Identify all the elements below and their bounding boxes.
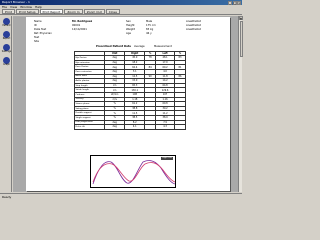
header-label: Weight <box>126 28 136 31</box>
zoom-out-button[interactable]: Zoom Out <box>83 9 105 14</box>
sidebar-item-patient[interactable]: Patient <box>2 17 12 29</box>
series-left-line <box>92 162 176 183</box>
close-button[interactable]: Close <box>105 9 120 14</box>
table-cell <box>174 124 186 130</box>
header-value: Male <box>146 20 153 23</box>
table-row: Pelvic tilt deg 4.1 4.3 <box>74 124 186 130</box>
table-cell: 4.1 <box>124 124 146 130</box>
print-setup-button[interactable]: Print Setup <box>15 9 39 14</box>
header-value: Mr. Rodriguez <box>72 20 93 23</box>
chart-legend: Right Left <box>161 157 173 161</box>
header-value: Anesthetist <box>186 24 201 27</box>
sidebar-item-label: Graph <box>2 63 11 66</box>
sidebar-item-settings[interactable]: Settings <box>2 43 12 55</box>
sidebar-item-label: Settings <box>1 50 12 53</box>
vertical-scrollbar[interactable]: ▲ <box>238 16 243 192</box>
header-value: Anesthetist <box>186 20 201 23</box>
gait-chart: Right Left <box>90 155 176 188</box>
section-subtitle: Measurement <box>154 45 172 48</box>
header-label: Height <box>126 24 135 27</box>
chart-svg <box>92 160 176 185</box>
legend-left: Left <box>168 157 172 160</box>
header-value: 83 kg <box>146 28 154 31</box>
sidebar-item-label: Report <box>2 37 11 40</box>
table-cell: deg <box>103 124 126 130</box>
print-button[interactable]: Print <box>2 9 15 14</box>
scroll-up-icon[interactable]: ▲ <box>239 16 243 20</box>
report-viewport: Name ID Date Test Ref. Physician Test Si… <box>13 16 238 192</box>
header-label: Site <box>34 40 39 43</box>
minimize-button[interactable]: _ <box>228 0 232 5</box>
header-value: 175 cm <box>146 24 156 27</box>
header-label: Ref. Physician <box>34 32 52 35</box>
section-title: Prescribed Patient Data <box>96 45 131 48</box>
print-report-button[interactable]: Print Report <box>39 9 64 14</box>
toolbar: Print Print Setup Print Report Zoom In Z… <box>0 9 242 15</box>
scroll-thumb[interactable] <box>239 21 243 57</box>
header-label: Sex <box>126 20 131 23</box>
table-cell: 4.3 <box>155 124 176 130</box>
header-label: ID <box>34 24 37 27</box>
window-title: Report Browser - 1 <box>2 0 30 4</box>
header-value: 12/14/2001 <box>72 28 87 31</box>
header-label: Age <box>126 32 132 35</box>
close-window-button[interactable]: × <box>237 0 241 5</box>
sidebar: Patient Report Settings Graph <box>1 16 12 192</box>
status-bar: Ready <box>0 193 242 200</box>
header-label: Test <box>34 36 40 39</box>
table-cell: Pelvic tilt <box>74 124 105 130</box>
zoom-in-button[interactable]: Zoom In <box>64 9 83 14</box>
report-page: Name ID Date Test Ref. Physician Test Si… <box>26 17 230 191</box>
series-right-line <box>92 160 176 185</box>
sidebar-item-report[interactable]: Report <box>2 30 12 42</box>
legend-right: Right <box>162 157 168 160</box>
sidebar-item-graph[interactable]: Graph <box>2 56 12 68</box>
status-text: Ready <box>2 195 12 199</box>
measurements-table: Unit Right % Left % Hip flexion deg 45.0 78… <box>74 50 186 130</box>
header-value: 46 y <box>146 32 152 35</box>
header-label: Date Test <box>34 28 47 31</box>
table-cell <box>144 124 157 130</box>
maximize-button[interactable]: □ <box>232 0 237 5</box>
header-value: 00001 <box>72 24 81 27</box>
section-subtitle: Average <box>134 45 145 48</box>
header-label: Name <box>34 20 42 23</box>
sidebar-item-label: Patient <box>2 24 11 27</box>
table-body: Hip flexion deg 45.0 78 48.1 83 Hip extension d… <box>74 55 186 130</box>
header-value: Anesthetist <box>186 28 201 31</box>
